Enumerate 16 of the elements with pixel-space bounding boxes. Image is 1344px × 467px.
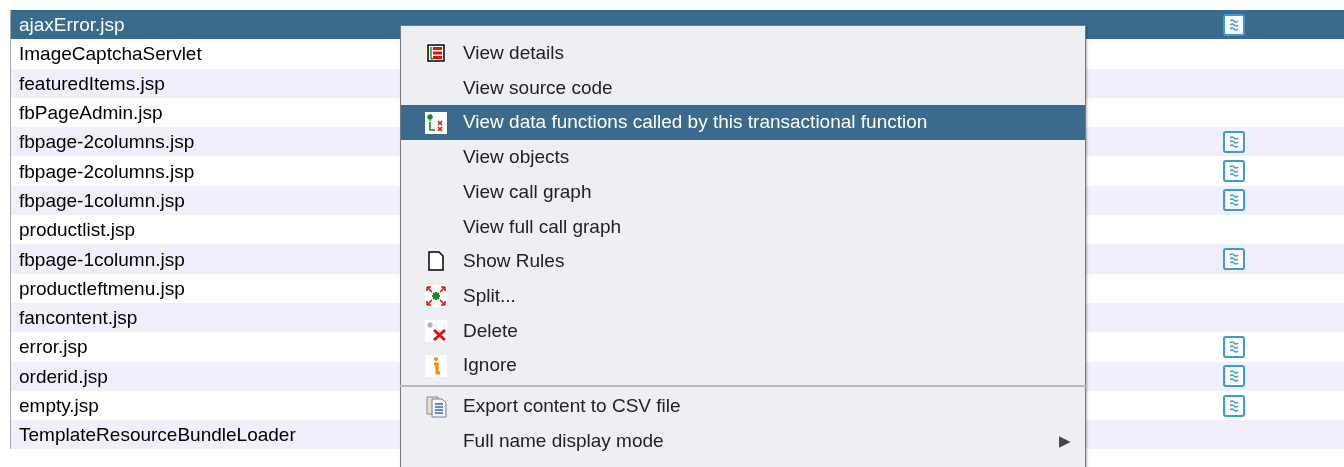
table-cell-text: ImageCaptchaServlet (18, 44, 203, 64)
table-cell-text: productleftmenu.jsp (18, 278, 186, 298)
table-cell-text: empty.jsp (18, 396, 100, 415)
table-cell-text: error.jsp (18, 337, 89, 357)
table-cell-text: fbpage-2columns.jsp (18, 132, 196, 152)
table-cell-text: productlist.jsp (18, 220, 137, 240)
table-cell-text: featuredItems.jsp (18, 73, 166, 93)
table-cell-text: fbpage-1column.jsp (18, 190, 186, 210)
table-cell-text: fancontent.jsp (18, 308, 139, 328)
table-cell-text: orderid.jsp (18, 366, 109, 386)
table-cell-text: ajaxError.jsp (18, 15, 126, 35)
table-cell-text: fbpage-2columns.jsp (18, 161, 196, 181)
submenu-arrow-icon: ▶ (1059, 429, 1071, 453)
table-cell-text: TemplateResourceBundleLoader (18, 425, 297, 445)
table-cell-text: fbpage-1column.jsp (18, 249, 186, 269)
table-cell-text: fbPageAdmin.jsp (18, 103, 164, 123)
